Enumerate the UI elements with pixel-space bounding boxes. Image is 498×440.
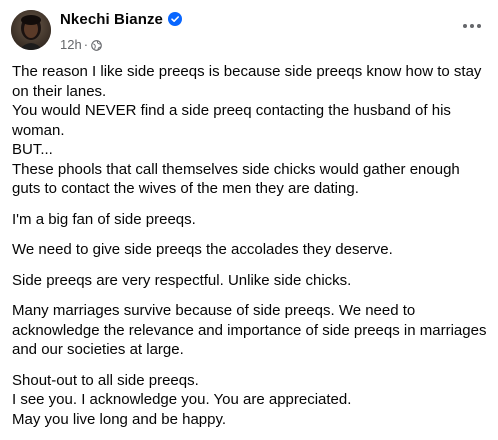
post-text-line: May you live long and be happy. xyxy=(12,410,227,428)
globe-icon[interactable] xyxy=(91,39,102,51)
author-line: Nkechi Bianze xyxy=(60,9,183,29)
post-timestamp[interactable]: 12h xyxy=(60,37,82,52)
post-text-line: I'm a big fan of side preeqs. xyxy=(12,210,196,228)
post-text-line: I see you. I acknowledge you. You are ap… xyxy=(12,391,352,408)
post-text-line: We need to give side preeqs the accolade… xyxy=(12,241,393,258)
post-text-line: Shout-out to all side preeqs. xyxy=(12,371,199,389)
author-block: Nkechi Bianze 12h · xyxy=(60,9,183,53)
post-text-line: Side preeqs are very respectful. Unlike … xyxy=(12,271,352,289)
avatar[interactable] xyxy=(11,10,51,50)
avatar-image xyxy=(11,10,51,50)
post-text-line: BUT... xyxy=(12,141,53,158)
author-name[interactable]: Nkechi Bianze xyxy=(60,11,163,28)
post-paragraph: We need to give side preeqs the accolade… xyxy=(12,240,492,260)
verified-badge-icon xyxy=(168,12,183,26)
post-text: The reason I like side preeqs is because… xyxy=(12,62,492,440)
post-text-line: The reason I like side preeqs is because… xyxy=(12,63,482,100)
post-text-line: These phools that call themselves side c… xyxy=(12,160,460,198)
more-options-button[interactable] xyxy=(458,16,486,36)
meta-separator: · xyxy=(83,36,89,52)
post-paragraph: Many marriages survive because of side p… xyxy=(12,301,492,360)
post-paragraph: I'm a big fan of side preeqs. xyxy=(12,210,492,230)
more-options-icon xyxy=(463,24,481,28)
post-text-line: You would NEVER find a side preeq contac… xyxy=(12,102,451,139)
post-paragraph: Shout-out to all side preeqs. I see you. … xyxy=(12,371,492,430)
post-paragraph: Side preeqs are very respectful. Unlike … xyxy=(12,271,492,291)
post-text-line: Many marriages survive because of side p… xyxy=(12,302,487,358)
post-paragraph: The reason I like side preeqs is because… xyxy=(12,62,492,199)
post-meta: 12h · xyxy=(60,35,182,53)
post-header: Nkechi Bianze 12h · xyxy=(10,8,486,54)
